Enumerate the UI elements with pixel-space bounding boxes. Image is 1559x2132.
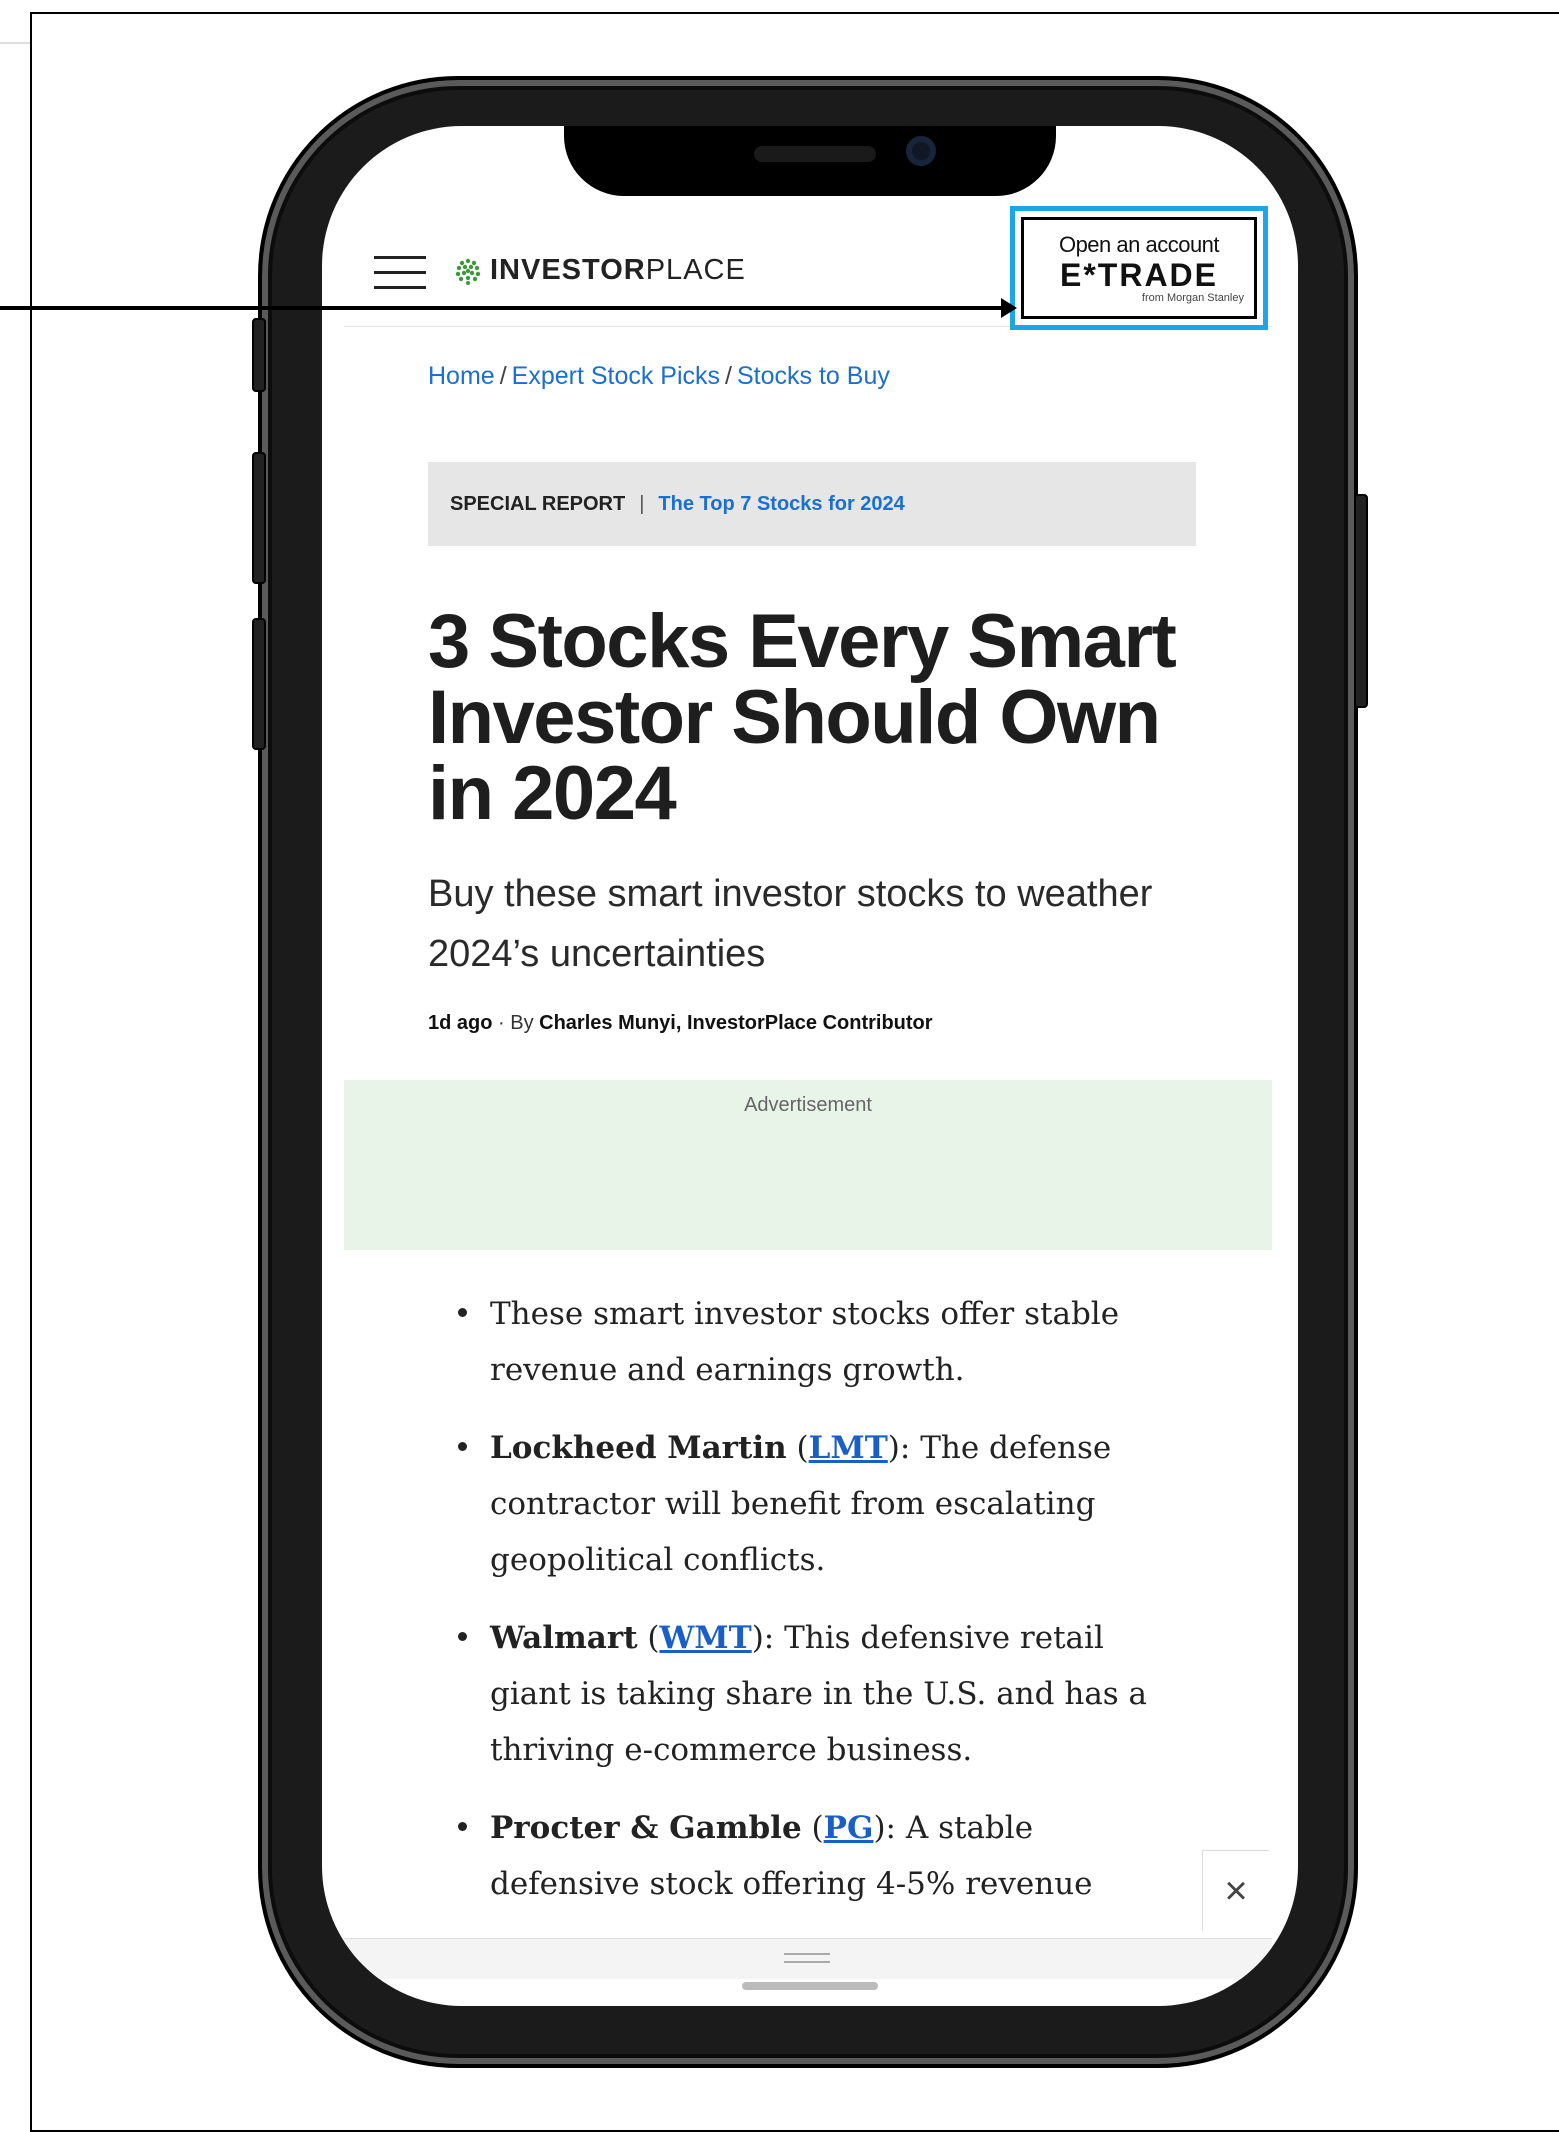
ticker-link-wmt[interactable]: WMT: [659, 1620, 751, 1656]
site-logo-text: INVESTORPLACE: [490, 254, 746, 286]
phone-screen: INVESTORPLACE Open an account E*TRADE fr…: [322, 126, 1298, 2006]
list-item: Procter & Gamble (PG): A stable defensiv…: [454, 1800, 1174, 1912]
etrade-ad-tagline: from Morgan Stanley: [1141, 292, 1244, 304]
etrade-ad-cta: Open an account: [1058, 232, 1220, 257]
advertisement-slot: Advertisement: [344, 1080, 1272, 1250]
bullet-icon: [458, 1442, 467, 1451]
phone-volume-up: [252, 452, 266, 584]
phone-silent-switch: [252, 318, 266, 392]
phone-volume-down: [252, 618, 266, 750]
article-headline: 3 Stocks Every Smart Investor Should Own…: [428, 599, 1177, 836]
site-logo[interactable]: INVESTORPLACE: [454, 254, 746, 287]
article-byline: 1d ago · By Charles Munyi, InvestorPlace…: [428, 1012, 933, 1035]
breadcrumb: Home / Expert Stock Picks / Stocks to Buy: [428, 362, 890, 391]
article-subheadline: Buy these smart investor stocks to weath…: [428, 873, 1153, 975]
phone-notch: [564, 126, 1056, 196]
close-icon: ×: [1224, 1868, 1248, 1913]
company-name: Lockheed Martin: [490, 1430, 787, 1466]
hamburger-menu-icon[interactable]: [374, 256, 426, 290]
company-name: Walmart: [490, 1620, 638, 1656]
advertisement-label: Advertisement: [744, 1094, 872, 1116]
breadcrumb-stocks-to-buy[interactable]: Stocks to Buy: [737, 362, 890, 390]
ticker-link-pg[interactable]: PG: [824, 1810, 874, 1846]
callout-arrow-line: [0, 306, 1005, 310]
ticker-link-lmt[interactable]: LMT: [809, 1430, 888, 1466]
special-report-link[interactable]: The Top 7 Stocks for 2024: [658, 493, 904, 516]
byline-author[interactable]: Charles Munyi, InvestorPlace Contributor: [539, 1012, 932, 1034]
bullet-text: These smart investor stocks offer stable…: [490, 1296, 1120, 1388]
sticky-ad-bar: [344, 1938, 1272, 1979]
ticker-close-paren: ):: [751, 1620, 785, 1656]
front-camera-icon: [906, 136, 936, 166]
byline-by: · By: [498, 1012, 534, 1034]
breadcrumb-expert-stock-picks[interactable]: Expert Stock Picks: [512, 362, 720, 390]
home-indicator[interactable]: [742, 1982, 878, 1990]
special-report-label: SPECIAL REPORT: [450, 492, 626, 515]
speaker-grille: [754, 146, 876, 162]
list-item: Lockheed Martin (LMT): The defense contr…: [454, 1420, 1174, 1588]
breadcrumb-separator: /: [499, 362, 507, 390]
list-item: These smart investor stocks offer stable…: [454, 1286, 1174, 1398]
special-report-divider: |: [639, 492, 645, 515]
bullet-icon: [458, 1632, 467, 1641]
list-item: Walmart (WMT): This defensive retail gia…: [454, 1610, 1174, 1778]
bullet-icon: [458, 1822, 467, 1831]
ticker-open-paren: (: [637, 1620, 660, 1656]
byline-time: 1d ago: [428, 1012, 493, 1034]
ticker-open-paren: (: [786, 1430, 809, 1466]
phone-power-button: [1354, 494, 1368, 708]
breadcrumb-separator: /: [725, 362, 732, 390]
company-name: Procter & Gamble: [490, 1810, 802, 1846]
drag-handle-icon[interactable]: [784, 1953, 830, 1963]
callout-arrow-head-icon: [1001, 298, 1017, 318]
ticker-open-paren: (: [801, 1810, 824, 1846]
key-points-list: These smart investor stocks offer stable…: [454, 1286, 1174, 1934]
close-ad-button[interactable]: ×: [1202, 1850, 1269, 1931]
investorplace-logo-icon: [455, 258, 481, 285]
etrade-ad-logo: E*TRADE: [1059, 257, 1218, 293]
etrade-ad-banner[interactable]: Open an account E*TRADE from Morgan Stan…: [1021, 217, 1257, 319]
bullet-icon: [458, 1308, 467, 1317]
special-report-banner: SPECIAL REPORT | The Top 7 Stocks for 20…: [428, 462, 1196, 546]
etrade-ad-highlight[interactable]: Open an account E*TRADE from Morgan Stan…: [1010, 206, 1268, 330]
ticker-close-paren: ):: [873, 1810, 906, 1846]
breadcrumb-home[interactable]: Home: [428, 362, 495, 390]
ticker-close-paren: ):: [887, 1430, 921, 1466]
left-edge-divider: [0, 42, 30, 44]
